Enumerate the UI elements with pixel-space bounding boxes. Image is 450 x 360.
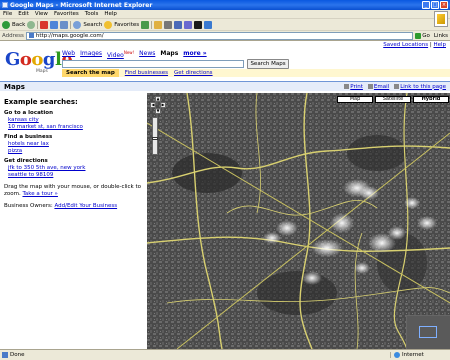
menu-help[interactable]: Help — [101, 11, 120, 17]
overview-viewport-box[interactable] — [419, 326, 437, 338]
map-type-map-button[interactable]: Map — [337, 96, 373, 103]
address-url: http://maps.google.com/ — [35, 32, 104, 39]
tab-video[interactable]: Video — [107, 52, 124, 59]
close-button[interactable]: × — [440, 1, 448, 9]
go-to-location-title: Go to a location — [4, 110, 54, 116]
example-link-jfk[interactable]: jfk to 350 5th ave, new york — [4, 165, 144, 172]
minimize-button[interactable]: _ — [422, 1, 430, 9]
example-link-market-st[interactable]: 10 market st, san francisco — [4, 124, 144, 131]
menu-bar: File Edit View Favorites Tools Help — [0, 10, 450, 27]
status-bar: Done Internet — [0, 349, 450, 360]
map-type-controls: Map Satellite Hybrid — [337, 96, 449, 103]
example-link-seattle[interactable]: seattle to 98109 — [4, 172, 144, 179]
example-link-pizza[interactable]: pizza — [4, 148, 144, 155]
print-icon — [344, 83, 350, 89]
tab-maps: Maps — [160, 50, 179, 57]
go-button[interactable]: Go — [415, 32, 430, 39]
page-icon — [28, 33, 34, 38]
standard-toolbar: Back Search Favorites — [0, 19, 450, 31]
menu-favorites[interactable]: Favorites — [51, 11, 82, 17]
zoom-slider[interactable] — [152, 117, 158, 155]
home-icon[interactable] — [60, 20, 69, 29]
search-maps-button[interactable]: Search Maps — [247, 59, 289, 69]
maximize-button[interactable]: □ — [431, 1, 439, 9]
menu-tools[interactable]: Tools — [82, 11, 102, 17]
back-button-label[interactable]: Back — [12, 22, 25, 28]
search-icon[interactable] — [73, 20, 82, 29]
action-bar: Search the map Find businesses Get direc… — [62, 69, 450, 77]
discuss-icon[interactable] — [184, 20, 193, 29]
satellite-imagery — [147, 93, 450, 349]
business-owners: Business Owners: Add/Edit Your Business — [4, 203, 118, 209]
mail-icon[interactable] — [154, 20, 163, 29]
find-business-title: Find a business — [4, 134, 53, 140]
page-content: Saved Locations | Help Google Maps Web I… — [0, 41, 450, 349]
refresh-icon[interactable] — [50, 20, 59, 29]
messenger-icon[interactable] — [194, 20, 203, 29]
take-tour-link[interactable]: Take a tour » — [22, 191, 57, 197]
address-input[interactable]: http://maps.google.com/ — [25, 31, 414, 40]
address-bar: Address http://maps.google.com/ Go Links — [0, 31, 450, 41]
page-done-icon — [2, 352, 8, 358]
sidebar: Example searches: Go to a location kansa… — [4, 99, 144, 210]
logo-subtitle: Maps — [36, 69, 48, 74]
history-icon[interactable] — [141, 20, 150, 29]
maps-heading: Maps — [4, 82, 25, 91]
tab-images[interactable]: Images — [80, 50, 102, 59]
map-type-hybrid-button[interactable]: Hybrid — [413, 96, 449, 103]
maps-header-bar: Maps Print Email Link to this page — [0, 81, 450, 91]
get-directions-link[interactable]: Get directions — [174, 70, 213, 76]
zone-text: Internet — [402, 352, 424, 358]
add-edit-business-link[interactable]: Add/Edit Your Business — [54, 203, 117, 209]
search-button-label[interactable]: Search — [83, 22, 102, 28]
address-label: Address — [2, 32, 24, 39]
overview-map[interactable] — [406, 315, 450, 349]
example-searches-heading: Example searches: — [4, 98, 78, 106]
map-type-satellite-button[interactable]: Satellite — [375, 96, 411, 103]
zoom-slider-knob[interactable] — [152, 137, 158, 140]
example-link-hotels[interactable]: hotels near lax — [4, 141, 144, 148]
forward-arrow-icon[interactable] — [27, 20, 36, 29]
go-arrow-icon — [415, 32, 422, 39]
satellite-map[interactable]: ▲ ◀ ▶ ▼ Map Satellite Hybrid — [147, 93, 450, 349]
top-links: Saved Locations | Help — [383, 42, 446, 48]
search-input[interactable] — [62, 60, 244, 68]
link-icon — [394, 83, 400, 89]
windows-logo-icon — [434, 11, 448, 27]
edit-icon[interactable] — [174, 20, 183, 29]
links-button[interactable]: Links — [434, 33, 448, 39]
internet-zone-icon — [394, 352, 400, 358]
favorites-button-label[interactable]: Favorites — [114, 22, 139, 28]
get-directions-title: Get directions — [4, 158, 48, 164]
media-icon[interactable] — [204, 20, 213, 29]
tab-more[interactable]: more » — [183, 50, 206, 59]
print-link[interactable]: Print — [350, 84, 363, 90]
tab-web[interactable]: Web — [62, 50, 75, 59]
example-link-kansas-city[interactable]: kansas city — [4, 117, 144, 124]
menu-file[interactable]: File — [0, 11, 15, 17]
window-titlebar: Google Maps - Microsoft Internet Explore… — [0, 0, 450, 10]
email-link[interactable]: Email — [374, 84, 389, 90]
window-title: Google Maps - Microsoft Internet Explore… — [10, 1, 153, 9]
back-arrow-icon[interactable] — [2, 20, 10, 29]
help-link[interactable]: Help — [433, 42, 446, 48]
search-the-map-tab[interactable]: Search the map — [62, 69, 119, 77]
print-icon[interactable] — [164, 20, 173, 29]
find-businesses-link[interactable]: Find businesses — [125, 70, 168, 76]
stop-icon[interactable] — [40, 20, 49, 29]
menu-view[interactable]: View — [32, 11, 51, 17]
drag-instructions: Drag the map with your mouse, or double-… — [4, 184, 141, 197]
pan-down-button[interactable]: ▼ — [155, 108, 161, 114]
ie-page-icon — [2, 2, 8, 8]
status-text: Done — [10, 352, 25, 358]
favorites-star-icon[interactable] — [104, 20, 113, 29]
google-nav-tabs: Web Images VideoNew! News Maps more » — [62, 50, 207, 59]
new-badge: New! — [123, 50, 135, 55]
email-icon — [367, 83, 373, 89]
menu-edit[interactable]: Edit — [15, 11, 32, 17]
saved-locations-link[interactable]: Saved Locations — [383, 42, 428, 48]
link-to-page-link[interactable]: Link to this page — [400, 84, 446, 90]
tab-news[interactable]: News — [139, 50, 155, 59]
